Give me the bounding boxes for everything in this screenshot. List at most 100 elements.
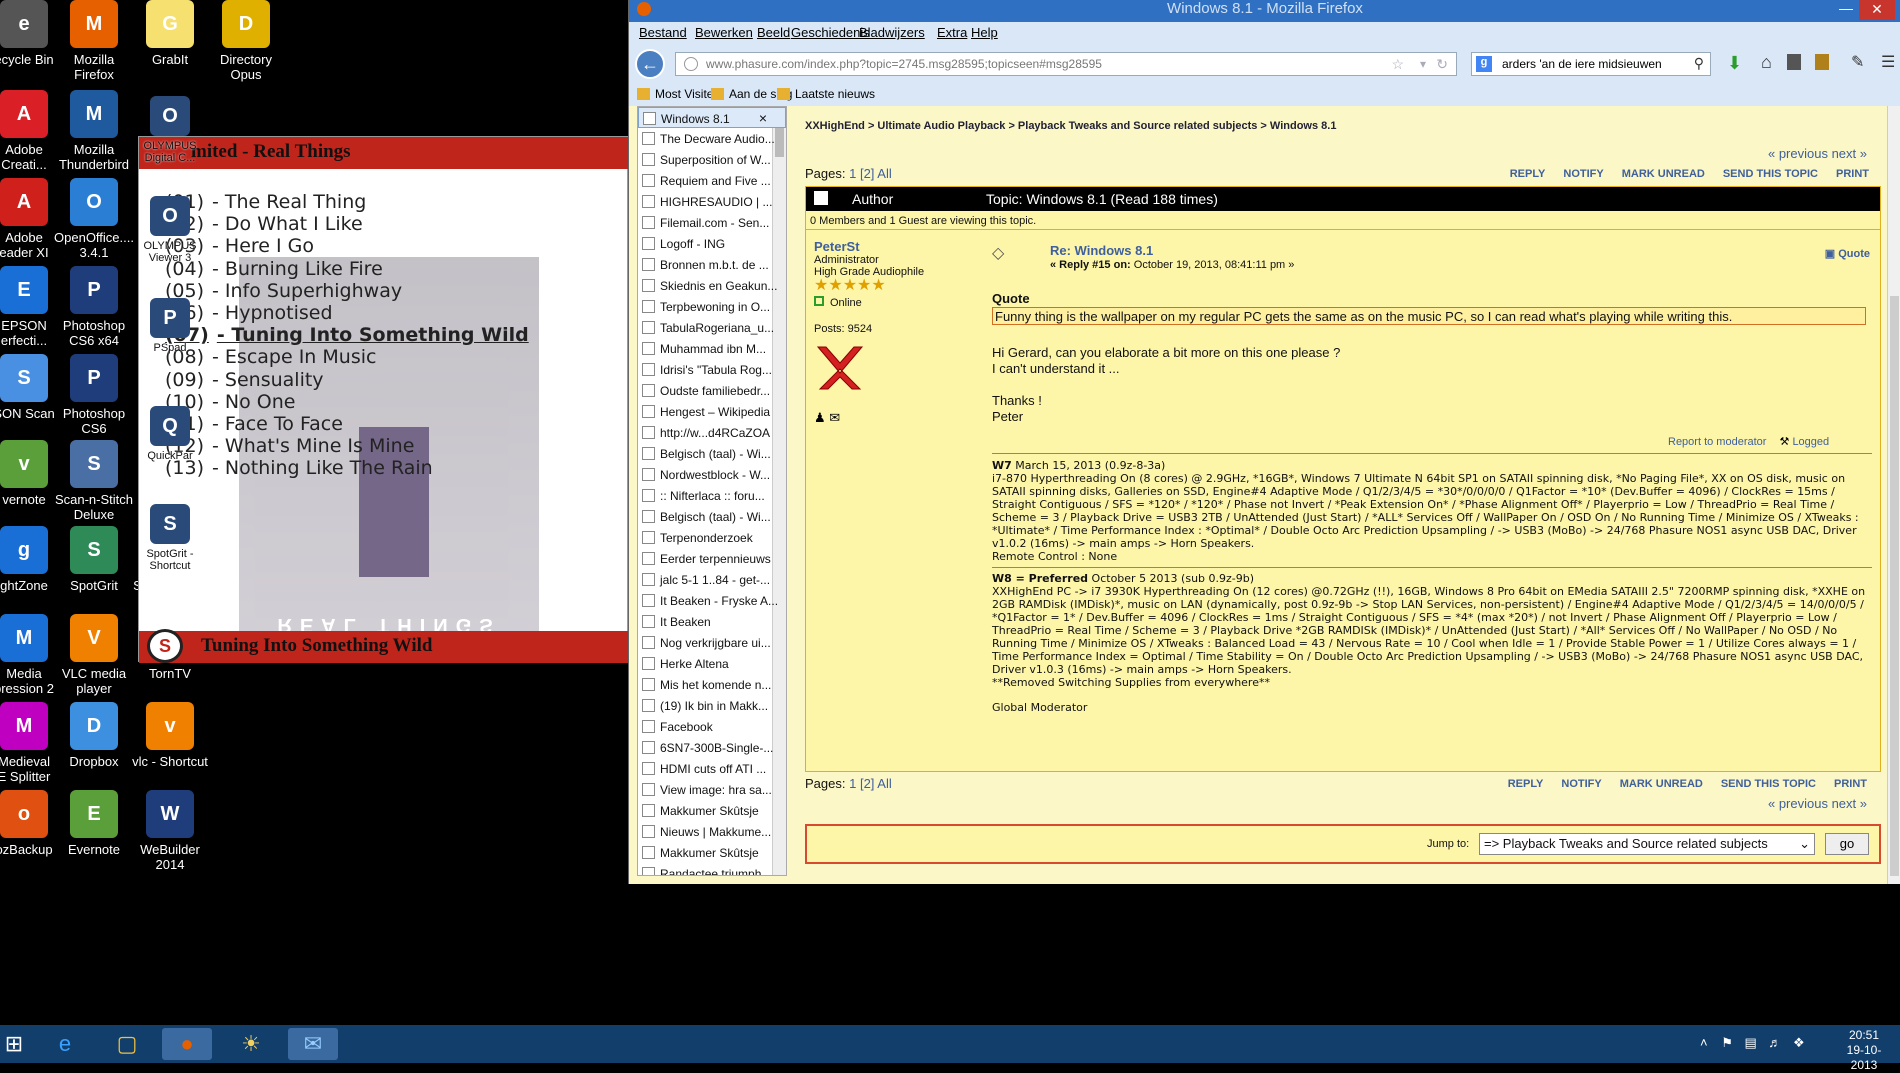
report-link[interactable]: Report to moderator: [1668, 436, 1766, 448]
tab-item[interactable]: Requiem and Five ...: [638, 170, 786, 191]
tab-item[interactable]: :: Nifterlaca :: foru...: [638, 485, 786, 506]
tab-item[interactable]: Belgisch (taal) - Wi...: [638, 506, 786, 527]
tab-item[interactable]: Skiednis en Geakun...: [638, 275, 786, 296]
topic-action-link[interactable]: MARK UNREAD: [1622, 168, 1705, 180]
prev-next-links-bottom[interactable]: « previous next »: [1768, 796, 1867, 811]
internet-explorer-icon[interactable]: e: [40, 1028, 90, 1060]
topic-action-link[interactable]: SEND THIS TOPIC: [1721, 778, 1816, 790]
topic-action-link[interactable]: REPLY: [1508, 778, 1544, 790]
pages-links-bottom[interactable]: 1 [2] All: [849, 776, 892, 791]
tab-item[interactable]: jalc 5-1 1..84 - get-...: [638, 569, 786, 590]
track-item[interactable]: (07)- Tuning Into Something Wild: [165, 324, 529, 346]
tab-item[interactable]: Terpbewoning in O...: [638, 296, 786, 317]
tab-item[interactable]: Hengest – Wikipedia: [638, 401, 786, 422]
prev-next-links[interactable]: « previous next »: [1768, 146, 1867, 161]
page-scroll-thumb[interactable]: [1890, 296, 1899, 876]
tab-item[interactable]: TabulaRogeriana_u...: [638, 317, 786, 338]
close-icon[interactable]: ✕: [1859, 0, 1895, 20]
download-icon[interactable]: ⬇: [1727, 53, 1742, 74]
topic-action-link[interactable]: PRINT: [1836, 168, 1869, 180]
bluetooth-icon[interactable]: ❖: [1793, 1035, 1805, 1050]
desktop-icon[interactable]: P PSpad: [124, 298, 216, 354]
breadcrumb[interactable]: XXHighEnd > Ultimate Audio Playback > Pl…: [805, 120, 1336, 132]
tab-item[interactable]: It Beaken - Fryske A...: [638, 590, 786, 611]
notes-icon[interactable]: [1815, 54, 1829, 70]
tab-item[interactable]: Windows 8.1 ×: [638, 107, 786, 128]
quote-button[interactable]: ▣ Quote: [1825, 247, 1870, 260]
volume-icon[interactable]: ♬: [1768, 1035, 1781, 1050]
search-icon[interactable]: ⚲: [1694, 55, 1704, 72]
file-explorer-icon[interactable]: ▢: [102, 1028, 152, 1060]
tab-item[interactable]: Belgisch (taal) - Wi...: [638, 443, 786, 464]
tab-item[interactable]: Eerder terpennieuws: [638, 548, 786, 569]
tab-sidebar[interactable]: Windows 8.1 × The Decware Audio... Superpos…: [637, 106, 787, 876]
tab-item[interactable]: Herke Altena: [638, 653, 786, 674]
menu-item[interactable]: Bewerken: [695, 25, 753, 40]
topic-action-link[interactable]: SEND THIS TOPIC: [1723, 168, 1818, 180]
topic-action-link[interactable]: REPLY: [1510, 168, 1546, 180]
url-bar[interactable]: www.phasure.com/index.php?topic=2745.msg…: [675, 52, 1457, 76]
tab-item[interactable]: http://w...d4RCaZOA: [638, 422, 786, 443]
tray-chevron-icon[interactable]: ˄: [1700, 1035, 1708, 1050]
profile-icon[interactable]: ♟: [814, 410, 826, 425]
dropdown-icon[interactable]: ▾: [1420, 57, 1426, 71]
topic-action-link[interactable]: MARK UNREAD: [1620, 778, 1703, 790]
tab-item[interactable]: Bronnen m.b.t. de ...: [638, 254, 786, 275]
tab-item[interactable]: Muhammad ibn M...: [638, 338, 786, 359]
menu-item[interactable]: Help: [971, 25, 998, 40]
go-button[interactable]: go: [1825, 833, 1869, 855]
tab-item[interactable]: 6SN7-300B-Single-...: [638, 737, 786, 758]
desktop-icon[interactable]: v vlc - Shortcut: [124, 702, 216, 769]
reload-icon[interactable]: ↻: [1436, 56, 1448, 73]
menu-item[interactable]: Bladwijzers: [859, 25, 925, 40]
menu-item[interactable]: Bestand: [639, 25, 687, 40]
search-bar[interactable]: g arders 'an de iere midsieuwen ⚲: [1471, 52, 1711, 76]
pages-links[interactable]: 1 [2] All: [849, 166, 892, 181]
firefox-icon[interactable]: [637, 2, 651, 16]
post-title[interactable]: Re: Windows 8.1: [1050, 243, 1153, 258]
google-icon[interactable]: g: [1476, 56, 1492, 72]
start-button[interactable]: ⊞: [0, 1028, 28, 1060]
tab-item[interactable]: (19) Ik bin in Makk...: [638, 695, 786, 716]
tab-item[interactable]: Logoff - ING: [638, 233, 786, 254]
tab-item[interactable]: Facebook: [638, 716, 786, 737]
tab-item[interactable]: HIGHRESAUDIO | ...: [638, 191, 786, 212]
network-icon[interactable]: ▤: [1745, 1035, 1757, 1050]
tab-item[interactable]: It Beaken: [638, 611, 786, 632]
tab-item[interactable]: HDMI cuts off ATI ...: [638, 758, 786, 779]
directory-opus-taskbar-icon[interactable]: ☀: [226, 1028, 276, 1060]
bookmark-item[interactable]: Laatste nieuws: [795, 87, 875, 101]
tab-item[interactable]: Oudste familiebedr...: [638, 380, 786, 401]
menu-item[interactable]: Extra: [937, 25, 967, 40]
back-icon[interactable]: ←: [635, 49, 665, 79]
tab-item[interactable]: Mis het komende n...: [638, 674, 786, 695]
tab-item[interactable]: Makkumer Skûtsje: [638, 842, 786, 863]
extension-icon[interactable]: [1787, 54, 1801, 70]
topic-action-link[interactable]: NOTIFY: [1561, 778, 1601, 790]
bookmark-star-icon[interactable]: ☆: [1391, 56, 1404, 73]
tab-close-icon[interactable]: ×: [759, 110, 767, 126]
tab-item[interactable]: Superposition of W...: [638, 149, 786, 170]
tab-item[interactable]: The Decware Audio...: [638, 128, 786, 149]
track-item[interactable]: (09) - Sensuality: [165, 369, 324, 391]
page-scrollbar[interactable]: [1887, 106, 1900, 884]
menu-item[interactable]: Geschiedenis: [791, 25, 870, 40]
desktop-icon[interactable]: Q QuickPar: [124, 406, 216, 462]
desktop-icon[interactable]: W WeBuilder 2014: [124, 790, 216, 872]
message-icon[interactable]: ✉: [829, 410, 840, 425]
desktop-icon[interactable]: O OLYMPUS Viewer 3: [124, 196, 216, 264]
tab-item[interactable]: Nieuws | Makkume...: [638, 821, 786, 842]
clock[interactable]: 20:51 19-10-2013: [1834, 1028, 1894, 1073]
thunderbird-taskbar-icon[interactable]: ✉: [288, 1028, 338, 1060]
firefox-window[interactable]: Windows 8.1 - Mozilla Firefox — ✕ Bestan…: [628, 0, 1900, 884]
tab-item[interactable]: Randactee triumph...: [638, 863, 786, 875]
menu-icon[interactable]: ☰: [1881, 52, 1895, 72]
home-icon[interactable]: ⌂: [1761, 52, 1772, 73]
menu-item[interactable]: Beeld: [757, 25, 790, 40]
jump-select[interactable]: => Playback Tweaks and Source related su…: [1479, 833, 1815, 855]
topic-action-link[interactable]: PRINT: [1834, 778, 1867, 790]
desktop-icon[interactable]: O OLYMPUS Digital C...: [124, 96, 216, 164]
tab-item[interactable]: Filemail.com - Sen...: [638, 212, 786, 233]
flag-icon[interactable]: ⚑: [1721, 1035, 1733, 1050]
poster-name[interactable]: PeterSt: [814, 239, 984, 254]
